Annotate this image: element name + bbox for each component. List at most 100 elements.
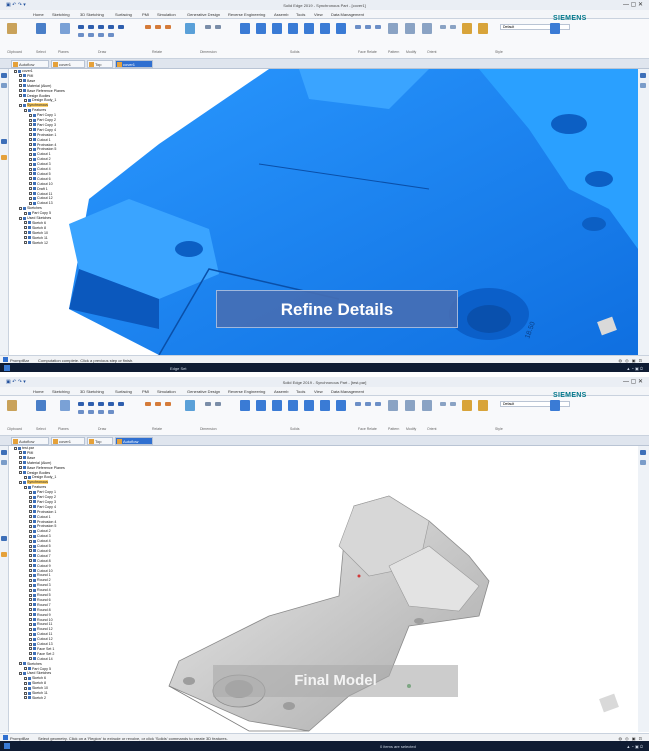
menu-assemble[interactable]: Assemb (274, 12, 288, 17)
line-icon[interactable] (78, 402, 84, 406)
checkbox-icon[interactable] (29, 544, 32, 548)
coplanar-icon[interactable] (365, 25, 371, 29)
angle-icon[interactable] (215, 25, 221, 29)
tree-item[interactable]: Features (24, 485, 46, 489)
checkbox-icon[interactable] (29, 177, 32, 181)
tree-item[interactable]: Design Bodies (19, 94, 50, 98)
fillet-icon[interactable] (118, 25, 124, 29)
checkbox-icon[interactable] (29, 201, 32, 205)
checkbox-icon[interactable] (19, 206, 22, 210)
circle-icon[interactable] (98, 25, 104, 29)
fit-button[interactable] (422, 23, 432, 34)
menu-view[interactable]: View (314, 12, 323, 17)
paste-button[interactable] (7, 23, 17, 34)
menu-tools[interactable]: Tools (296, 389, 305, 394)
tree-item[interactable]: Cutout 7 (29, 554, 51, 558)
tree-item[interactable]: Cutout 14 (29, 657, 53, 661)
tree-item[interactable]: Sketch 8 (24, 681, 46, 685)
tree-item[interactable]: Used Sketches (19, 671, 51, 675)
tree-item[interactable]: Round 7 (29, 603, 51, 607)
window-controls[interactable]: — ▢ ✕ (623, 1, 643, 8)
tree-item[interactable]: Cutout 1 (29, 138, 51, 142)
style-button[interactable] (462, 400, 472, 411)
tree-item[interactable]: Sketch 12 (24, 241, 48, 245)
checkbox-icon[interactable] (29, 510, 32, 514)
tree-item[interactable]: Protrusion 4 (29, 520, 56, 524)
tree-item[interactable]: Round 1 (29, 573, 51, 577)
checkbox-icon[interactable] (29, 133, 32, 137)
menu-reverse-engineering[interactable]: Reverse Engineering (228, 389, 265, 394)
view-controls[interactable]: ◍ ◎ ▣ ⊡ (619, 358, 643, 363)
checkbox-icon[interactable] (29, 505, 32, 509)
menu-home[interactable]: Home (33, 12, 44, 17)
pathfinder-icon[interactable] (1, 73, 7, 78)
checkbox-icon[interactable] (19, 79, 22, 83)
menu-assemble[interactable]: Assemb (274, 389, 288, 394)
face-relate-icon[interactable] (355, 402, 361, 406)
view-style-button[interactable] (478, 400, 488, 411)
checkbox-icon[interactable] (19, 662, 22, 666)
line-icon[interactable] (78, 25, 84, 29)
tree-item[interactable]: Design Body_1 (24, 475, 56, 479)
checkbox-icon[interactable] (29, 534, 32, 538)
checkbox-icon[interactable] (29, 618, 32, 622)
switch-window-button[interactable] (550, 400, 560, 411)
tree-item[interactable]: Base (19, 456, 35, 460)
checkbox-icon[interactable] (29, 593, 32, 597)
tree-item[interactable]: Round 4 (29, 588, 51, 592)
tree-item[interactable]: Sketches (19, 662, 42, 666)
round-button[interactable] (304, 400, 314, 411)
facebook-icon[interactable] (640, 450, 646, 455)
horizontal-icon[interactable] (165, 402, 171, 406)
menu-sketching[interactable]: Sketching (52, 12, 70, 17)
menu-data-management[interactable]: Data Management (331, 12, 364, 17)
menu-surfacing[interactable]: Surfacing (115, 12, 132, 17)
pattern-button[interactable] (388, 23, 398, 34)
checkbox-icon[interactable] (24, 98, 27, 102)
checkbox-icon[interactable] (29, 167, 32, 171)
extrude-button[interactable] (256, 400, 266, 411)
tree-item[interactable]: Round 3 (29, 583, 51, 587)
box-button[interactable] (240, 23, 250, 34)
tree-item[interactable]: Part Copy 3 (29, 500, 56, 504)
checkbox-icon[interactable] (29, 143, 32, 147)
checkbox-icon[interactable] (19, 103, 22, 107)
checkbox-icon[interactable] (19, 480, 22, 484)
tree-item[interactable]: Cutout 12 (29, 196, 53, 200)
tree-item[interactable]: Cutout 2 (29, 157, 51, 161)
tree-item[interactable]: Cutout 3 (29, 162, 51, 166)
layers-icon[interactable] (1, 460, 7, 465)
tree-item[interactable]: Synchronous (19, 480, 48, 485)
relate-icon[interactable] (145, 402, 151, 406)
checkbox-icon[interactable] (24, 108, 27, 112)
hole-button[interactable] (288, 400, 298, 411)
hole-button[interactable] (288, 23, 298, 34)
checkbox-icon[interactable] (29, 539, 32, 543)
checkbox-icon[interactable] (29, 495, 32, 499)
tree-item[interactable]: PMI (19, 74, 33, 78)
tree-item[interactable]: Cutout 13 (29, 642, 53, 646)
checkbox-icon[interactable] (19, 471, 22, 475)
tree-item[interactable]: Protrusion 5 (29, 524, 56, 528)
library-icon[interactable] (1, 139, 7, 144)
tree-item[interactable]: Round 11 (29, 622, 52, 626)
checkbox-icon[interactable] (29, 622, 32, 626)
box-button[interactable] (240, 400, 250, 411)
windows-start-icon[interactable] (4, 743, 10, 749)
checkbox-icon[interactable] (19, 456, 22, 460)
tree-item[interactable]: Sketch 11 (24, 236, 48, 240)
checkbox-icon[interactable] (29, 123, 32, 127)
tree-item[interactable]: Synchronous (19, 103, 48, 108)
tree-item[interactable]: Features (24, 108, 46, 112)
checkbox-icon[interactable] (24, 686, 27, 690)
checkbox-icon[interactable] (14, 446, 17, 450)
tree-item[interactable]: Round 2 (29, 578, 51, 582)
checkbox-icon[interactable] (29, 157, 32, 161)
draft-button[interactable] (320, 400, 330, 411)
checkbox-icon[interactable] (24, 485, 27, 489)
checkbox-icon[interactable] (19, 466, 22, 470)
menu-3d-sketching[interactable]: 3D Sketching (80, 12, 104, 17)
checkbox-icon[interactable] (29, 588, 32, 592)
view-controls[interactable]: ◍ ◎ ▣ ⊡ (619, 736, 643, 741)
tree-item[interactable]: Cutout 6 (29, 549, 51, 553)
